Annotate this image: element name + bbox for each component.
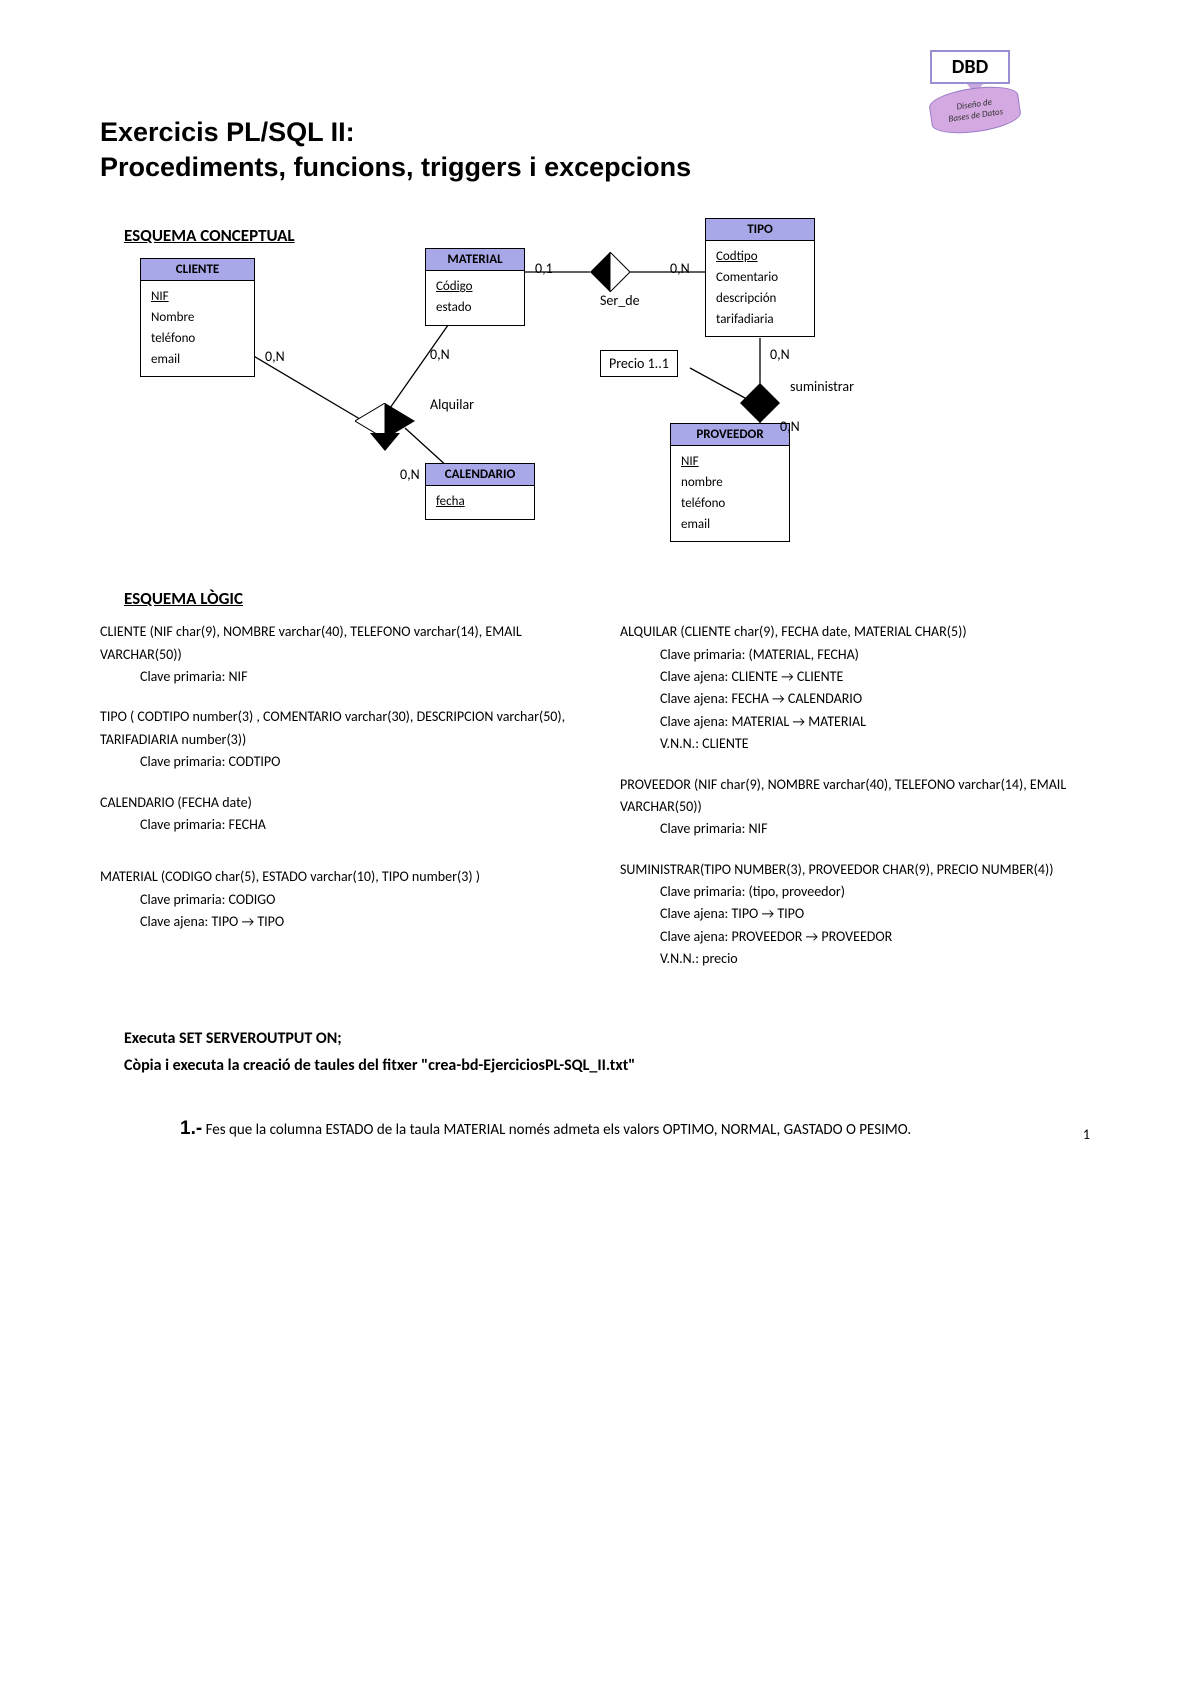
er-attrs-calendario: fecha [426,486,534,519]
er-attrs-tipo: Codtipo Comentario descripción tarifadia… [706,241,814,336]
page-number: 1 [1083,1126,1090,1143]
schema-cliente: CLIENTE (NIF char(9), NOMBRE varchar(40)… [100,621,580,688]
er-rel-suministrar-label: suministrar [790,378,854,395]
exercise-1-text: Fes que la columna ESTADO de la taula MA… [202,1121,911,1139]
card-prov-sum: 0,N [780,418,800,435]
er-attrs-material: Código estado [426,271,524,325]
er-diagram: CLIENTE NIF Nombre teléfono email MATERI… [100,228,1100,548]
er-title-material: MATERIAL [426,249,524,271]
instruction-1: Executa SET SERVEROUTPUT ON; [124,1029,1100,1048]
card-cliente-alq: 0,N [265,348,285,365]
er-title-tipo: TIPO [706,219,814,241]
er-entity-tipo: TIPO Codtipo Comentario descripción tari… [705,218,815,337]
er-attrs-proveedor: NIF nombre teléfono email [671,446,789,541]
er-attrs-cliente: NIF Nombre teléfono email [141,281,254,376]
logo-title: DBD [930,50,1010,84]
er-entity-proveedor: PROVEEDOR NIF nombre teléfono email [670,423,790,542]
exercise-1-number: 1.- [180,1118,202,1139]
schema-suministrar: SUMINISTRAR(TIPO NUMBER(3), PROVEEDOR CH… [620,859,1100,971]
instruction-2: Còpia i executa la creació de taules del… [124,1056,1100,1075]
schema-tipo: TIPO ( CODTIPO number(3) , COMENTARIO va… [100,706,580,773]
card-mat-alq: 0,N [430,346,450,363]
logo: DBD Diseño de Bases de Datos [930,50,1020,132]
schema-columns: CLIENTE (NIF char(9), NOMBRE varchar(40)… [100,621,1100,988]
er-rel-serde-diamond [590,252,630,292]
exercise-1: 1.- Fes que la columna ESTADO de la taul… [180,1115,1040,1144]
page: DBD Diseño de Bases de Datos Exercicis P… [0,0,1200,1183]
card-tipo-ser: 0,N [670,260,690,277]
card-mat-ser: 0,1 [535,260,553,277]
er-title-cliente: CLIENTE [141,259,254,281]
er-entity-cliente: CLIENTE NIF Nombre teléfono email [140,258,255,377]
logo-subtitle: Diseño de Bases de Datos [927,82,1022,138]
heading-logic: ESQUEMA LÒGIC [124,588,1100,609]
schema-col-right: ALQUILAR (CLIENTE char(9), FECHA date, M… [620,621,1100,988]
schema-col-left: CLIENTE (NIF char(9), NOMBRE varchar(40)… [100,621,580,988]
er-attr-precio: Precio 1..1 [600,350,678,377]
schema-proveedor: PROVEEDOR (NIF char(9), NOMBRE varchar(4… [620,774,1100,841]
er-rel-serde-label: Ser_de [600,292,640,309]
schema-alquilar: ALQUILAR (CLIENTE char(9), FECHA date, M… [620,621,1100,755]
schema-calendario: CALENDARIO (FECHA date) Clave primaria: … [100,792,580,837]
card-cal-alq: 0,N [400,466,420,483]
er-rel-suministrar-diamond [740,383,780,428]
er-rel-alquilar-label: Alquilar [430,396,474,413]
schema-material: MATERIAL (CODIGO char(5), ESTADO varchar… [100,866,580,933]
er-rel-alquilar-diamond [355,403,415,456]
er-title-calendario: CALENDARIO [426,464,534,486]
er-entity-calendario: CALENDARIO fecha [425,463,535,520]
er-entity-material: MATERIAL Código estado [425,248,525,326]
card-tipo-sum: 0,N [770,346,790,363]
